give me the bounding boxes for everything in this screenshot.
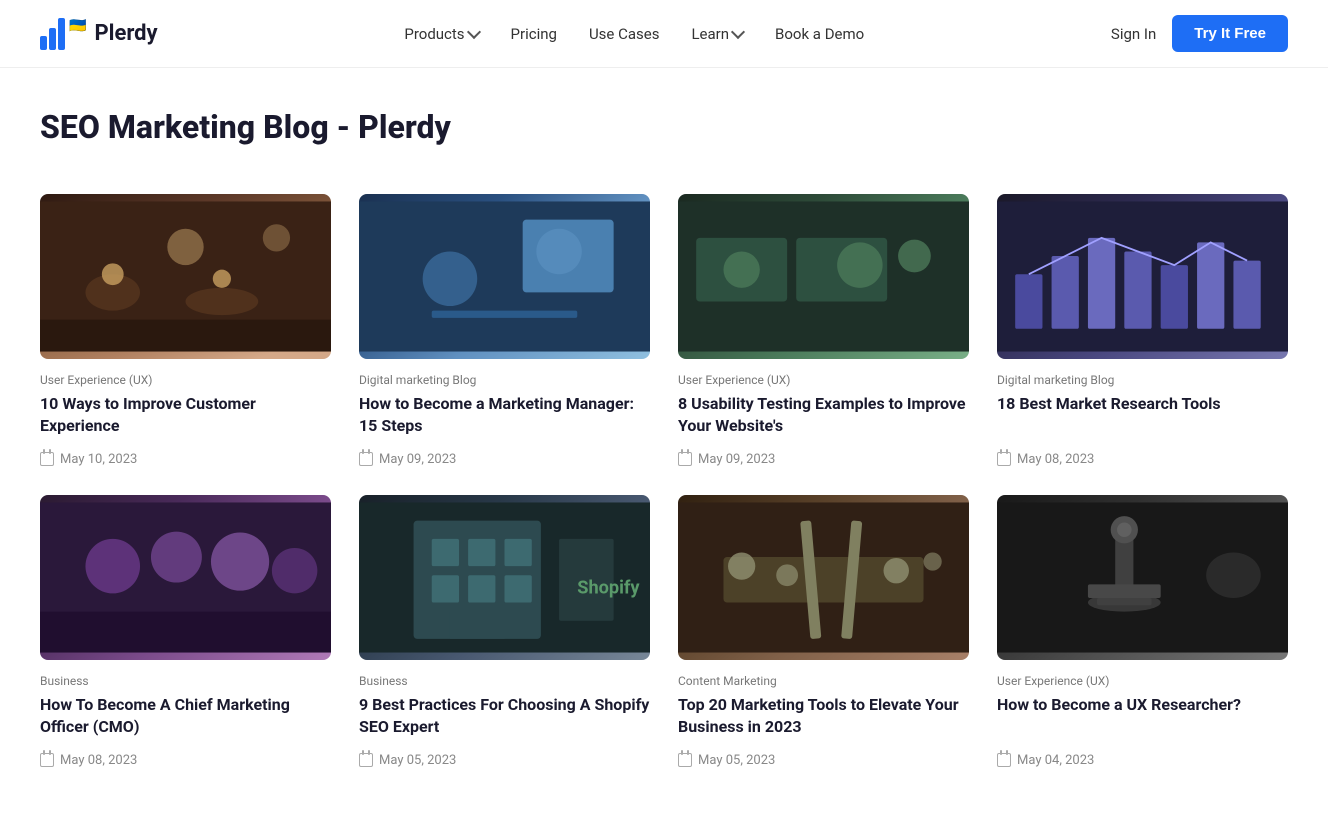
card-image: Shopify bbox=[359, 495, 650, 660]
card-date: May 09, 2023 bbox=[678, 452, 969, 467]
card-image bbox=[359, 194, 650, 359]
card-image bbox=[997, 194, 1288, 359]
sign-in-link[interactable]: Sign In bbox=[1111, 25, 1156, 43]
card-date: May 10, 2023 bbox=[40, 452, 331, 467]
card-category: Content Marketing bbox=[678, 674, 969, 688]
card-image bbox=[40, 495, 331, 660]
chevron-down-icon bbox=[731, 25, 745, 39]
page-title: SEO Marketing Blog - Plerdy bbox=[40, 108, 1288, 146]
card-title: How to Become a Marketing Manager: 15 St… bbox=[359, 393, 650, 438]
card-image bbox=[678, 194, 969, 359]
card-title: How To Become A Chief Marketing Officer … bbox=[40, 694, 331, 739]
card-category: Digital marketing Blog bbox=[997, 373, 1288, 387]
card-category: User Experience (UX) bbox=[678, 373, 969, 387]
main-nav: Products Pricing Use Cases Learn Book a … bbox=[404, 25, 864, 43]
card-category: Business bbox=[40, 674, 331, 688]
blog-card-5[interactable]: Business How To Become A Chief Marketing… bbox=[40, 495, 331, 768]
card-date: May 09, 2023 bbox=[359, 452, 650, 467]
calendar-icon bbox=[40, 753, 54, 767]
card-date-text: May 04, 2023 bbox=[1017, 753, 1094, 768]
nav-use-cases[interactable]: Use Cases bbox=[589, 25, 660, 43]
card-category: Business bbox=[359, 674, 650, 688]
logo-flag: 🇺🇦 bbox=[69, 18, 86, 34]
calendar-icon bbox=[678, 753, 692, 767]
nav-pricing[interactable]: Pricing bbox=[511, 25, 557, 43]
card-title: Top 20 Marketing Tools to Elevate Your B… bbox=[678, 694, 969, 739]
blog-card-1[interactable]: User Experience (UX) 10 Ways to Improve … bbox=[40, 194, 331, 467]
blog-grid: User Experience (UX) 10 Ways to Improve … bbox=[40, 194, 1288, 768]
calendar-icon bbox=[359, 753, 373, 767]
card-date: May 04, 2023 bbox=[997, 753, 1288, 768]
card-category: User Experience (UX) bbox=[40, 373, 331, 387]
nav-learn[interactable]: Learn bbox=[691, 25, 743, 43]
card-title: 18 Best Market Research Tools bbox=[997, 393, 1288, 438]
card-date-text: May 09, 2023 bbox=[379, 452, 456, 467]
card-category: User Experience (UX) bbox=[997, 674, 1288, 688]
card-date-text: May 05, 2023 bbox=[698, 753, 775, 768]
blog-card-8[interactable]: User Experience (UX) How to Become a UX … bbox=[997, 495, 1288, 768]
blog-card-6[interactable]: Shopify Business 9 Best Practices For Ch… bbox=[359, 495, 650, 768]
site-header: 🇺🇦 Plerdy Products Pricing Use Cases Lea… bbox=[0, 0, 1328, 68]
header-actions: Sign In Try It Free bbox=[1111, 15, 1288, 52]
card-date: May 08, 2023 bbox=[997, 452, 1288, 467]
card-category: Digital marketing Blog bbox=[359, 373, 650, 387]
try-free-button[interactable]: Try It Free bbox=[1172, 15, 1288, 52]
card-title: 10 Ways to Improve Customer Experience bbox=[40, 393, 331, 438]
card-image bbox=[40, 194, 331, 359]
blog-card-2[interactable]: Digital marketing Blog How to Become a M… bbox=[359, 194, 650, 467]
blog-card-7[interactable]: Content Marketing Top 20 Marketing Tools… bbox=[678, 495, 969, 768]
logo[interactable]: 🇺🇦 Plerdy bbox=[40, 18, 158, 50]
card-date-text: May 09, 2023 bbox=[698, 452, 775, 467]
nav-products[interactable]: Products bbox=[404, 25, 478, 43]
calendar-icon bbox=[359, 452, 373, 466]
logo-text: Plerdy bbox=[94, 21, 157, 46]
card-date-text: May 05, 2023 bbox=[379, 753, 456, 768]
logo-icon: 🇺🇦 bbox=[40, 18, 86, 50]
card-date: May 05, 2023 bbox=[678, 753, 969, 768]
nav-book-demo[interactable]: Book a Demo bbox=[775, 25, 864, 43]
card-date: May 08, 2023 bbox=[40, 753, 331, 768]
main-content: SEO Marketing Blog - Plerdy User Experie… bbox=[0, 68, 1328, 828]
calendar-icon bbox=[40, 452, 54, 466]
chevron-down-icon bbox=[466, 25, 480, 39]
card-image bbox=[678, 495, 969, 660]
card-title: How to Become a UX Researcher? bbox=[997, 694, 1288, 739]
blog-card-3[interactable]: User Experience (UX) 8 Usability Testing… bbox=[678, 194, 969, 467]
card-date-text: May 08, 2023 bbox=[1017, 452, 1094, 467]
calendar-icon bbox=[997, 753, 1011, 767]
card-date: May 05, 2023 bbox=[359, 753, 650, 768]
card-date-text: May 10, 2023 bbox=[60, 452, 137, 467]
calendar-icon bbox=[678, 452, 692, 466]
calendar-icon bbox=[997, 452, 1011, 466]
card-date-text: May 08, 2023 bbox=[60, 753, 137, 768]
card-image bbox=[997, 495, 1288, 660]
svg-text:Shopify: Shopify bbox=[577, 577, 640, 598]
card-title: 9 Best Practices For Choosing A Shopify … bbox=[359, 694, 650, 739]
blog-card-4[interactable]: Digital marketing Blog 18 Best Market Re… bbox=[997, 194, 1288, 467]
card-title: 8 Usability Testing Examples to Improve … bbox=[678, 393, 969, 438]
